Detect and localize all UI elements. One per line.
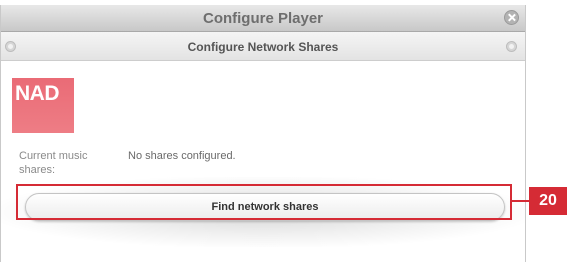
- screenshot-stage: Configure Player Configure Network Share…: [0, 0, 569, 262]
- dialog-titlebar: Configure Player: [1, 5, 525, 32]
- current-shares-label: Current music shares:: [19, 150, 88, 176]
- callout-highlight-box: [16, 184, 512, 220]
- network-shares-header: Configure Network Shares: [1, 32, 525, 61]
- current-shares-value: No shares configured.: [128, 150, 236, 162]
- panel-title: Configure Network Shares: [187, 40, 339, 54]
- close-icon[interactable]: [504, 10, 519, 25]
- nad-logo: NAD: [12, 78, 74, 133]
- dialog-title: Configure Player: [202, 10, 324, 27]
- options-circle-icon[interactable]: [506, 41, 517, 52]
- callout-connector: [512, 200, 529, 202]
- callout-badge: 20: [529, 187, 567, 215]
- configure-player-dialog: Configure Player Configure Network Share…: [0, 5, 526, 262]
